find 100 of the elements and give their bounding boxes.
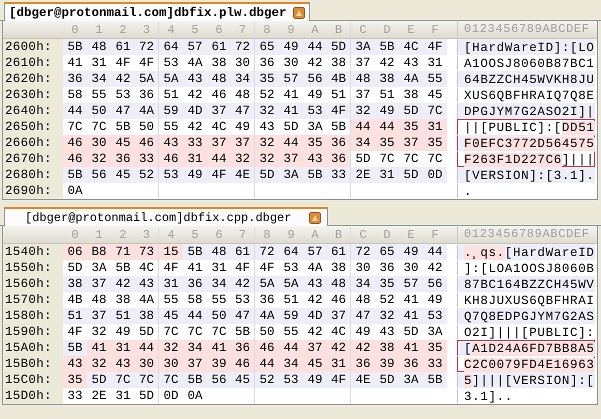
hex-byte: 41 [399,308,423,324]
hex-byte: 35 [423,340,447,356]
hex-byte: 43 [183,71,207,87]
hex-byte: 45 [111,135,135,151]
hex-byte: 5A [135,71,159,87]
hex-byte: 42 [231,276,255,292]
offset-label: 15B0h: [3,356,63,372]
offset-label: 2640h: [3,103,63,119]
hex-byte: 37 [279,151,303,167]
column-header: 2 [118,22,128,38]
hex-byte: 36 [63,71,87,87]
hex-byte: 72 [351,244,375,260]
hex-byte: 4D [303,308,327,324]
offset-label: 1550h: [3,260,63,276]
hex-byte: 57 [303,244,327,260]
ascii-text: 87BC164BZZCH45WV [457,276,595,292]
column-header: 3 [135,226,159,242]
hex-byte: 72 [135,39,159,55]
ascii-text: 64BZZCH45WVKH8JU [457,71,595,87]
hex-byte: 48 [207,71,231,87]
hex-byte: 30 [135,356,159,372]
column-header: C [358,22,368,38]
hex-byte: 59 [279,308,303,324]
hex-byte: 44 [135,340,159,356]
hex-byte: 53 [303,103,327,119]
hex-byte: 06 [63,244,87,260]
hex-byte: 52 [135,167,159,183]
column-header: F [430,226,440,242]
hex-byte: 64 [279,244,303,260]
hex-byte: 49 [303,372,327,388]
ascii-text: A1OOSJ8060B87BC1 [457,55,595,71]
ascii-text: [HardWareID]:[LO [457,39,595,55]
ascii-text: F0EFC3772D564575 [457,135,595,151]
hex-byte: 45 [303,356,327,372]
hex-byte: 34 [351,135,375,151]
hex-byte: 5B [303,167,327,183]
hex-byte: 4A [255,308,279,324]
hex-byte: 34 [207,276,231,292]
hex-byte: 4A [135,103,159,119]
column-header: 7 [231,226,255,242]
hex-byte: 65 [255,39,279,55]
hex-byte: 36 [327,151,351,167]
ascii-text: XUS6QBFHRAIQ7Q8E [457,87,595,103]
column-header: 3 [135,22,159,38]
column-header: 2 [118,226,128,242]
hex-byte: 43 [111,356,135,372]
column-header: 5 [190,22,200,38]
hex-byte: 44 [255,356,279,372]
hex-byte: 71 [111,244,135,260]
hex-byte: 32 [159,340,183,356]
hex-byte: 5B [63,167,87,183]
hex-byte: 5D [255,167,279,183]
hex-byte: 32 [231,151,255,167]
hex-byte: 4F [423,39,447,55]
hex-byte: 4E [351,372,375,388]
offset-label: 2680h: [3,167,63,183]
hex-byte: 35 [423,135,447,151]
hex-byte: 57 [183,39,207,55]
hex-byte: 49 [375,103,399,119]
file-tab[interactable]: [dbger@protonmail.com]dbfix.cpp.dbger [4,207,328,226]
hex-byte: 32 [351,103,375,119]
hex-byte: 35 [375,276,399,292]
hex-byte: 32 [255,151,279,167]
hex-byte: 5D [399,167,423,183]
ascii-text: F263F1D227C6]||| [457,151,595,167]
hex-byte: 41 [207,340,231,356]
ascii-text: .¸qs.[HardWareID [457,244,595,260]
hex-byte: 33 [327,167,351,183]
hex-byte: 35 [399,119,423,135]
ascii-text: [VERSION]:[3.1]. [457,167,595,183]
column-header: E [406,22,416,38]
hex-byte: 33 [183,135,207,151]
hex-byte: 34 [279,356,303,372]
hex-byte: 37 [87,308,111,324]
hex-byte: 41 [399,340,423,356]
hex-byte: 51 [111,308,135,324]
hex-byte: 48 [327,276,351,292]
hex-byte: 37 [207,103,231,119]
hex-byte: 32 [87,356,111,372]
hex-byte: 51 [63,308,87,324]
hex-byte: 55 [423,71,447,87]
column-header: 5 [190,226,200,242]
hex-byte: 4A [399,71,423,87]
hex-byte: 5D [327,39,351,55]
hex-byte: 3A [351,39,375,55]
hex-byte: 30 [159,356,183,372]
column-header: B [327,226,351,242]
hex-byte: 31 [375,167,399,183]
hex-byte: 3A [279,167,303,183]
hex-byte: 47 [231,103,255,119]
ascii-text: ||[PUBLIC]:[DD51 [457,119,595,135]
hex-byte: 30 [87,135,111,151]
hex-byte: 35 [303,135,327,151]
hex-byte: 46 [63,135,87,151]
file-tab[interactable]: [dbger@protonmail.com]dbfix.plw.dbger [4,2,310,21]
hex-byte: 44 [183,308,207,324]
hex-byte: 5B [375,39,399,55]
offset-label: 15A0h: [3,340,63,356]
hex-byte: B8 [87,244,111,260]
column-header: A [310,22,320,38]
